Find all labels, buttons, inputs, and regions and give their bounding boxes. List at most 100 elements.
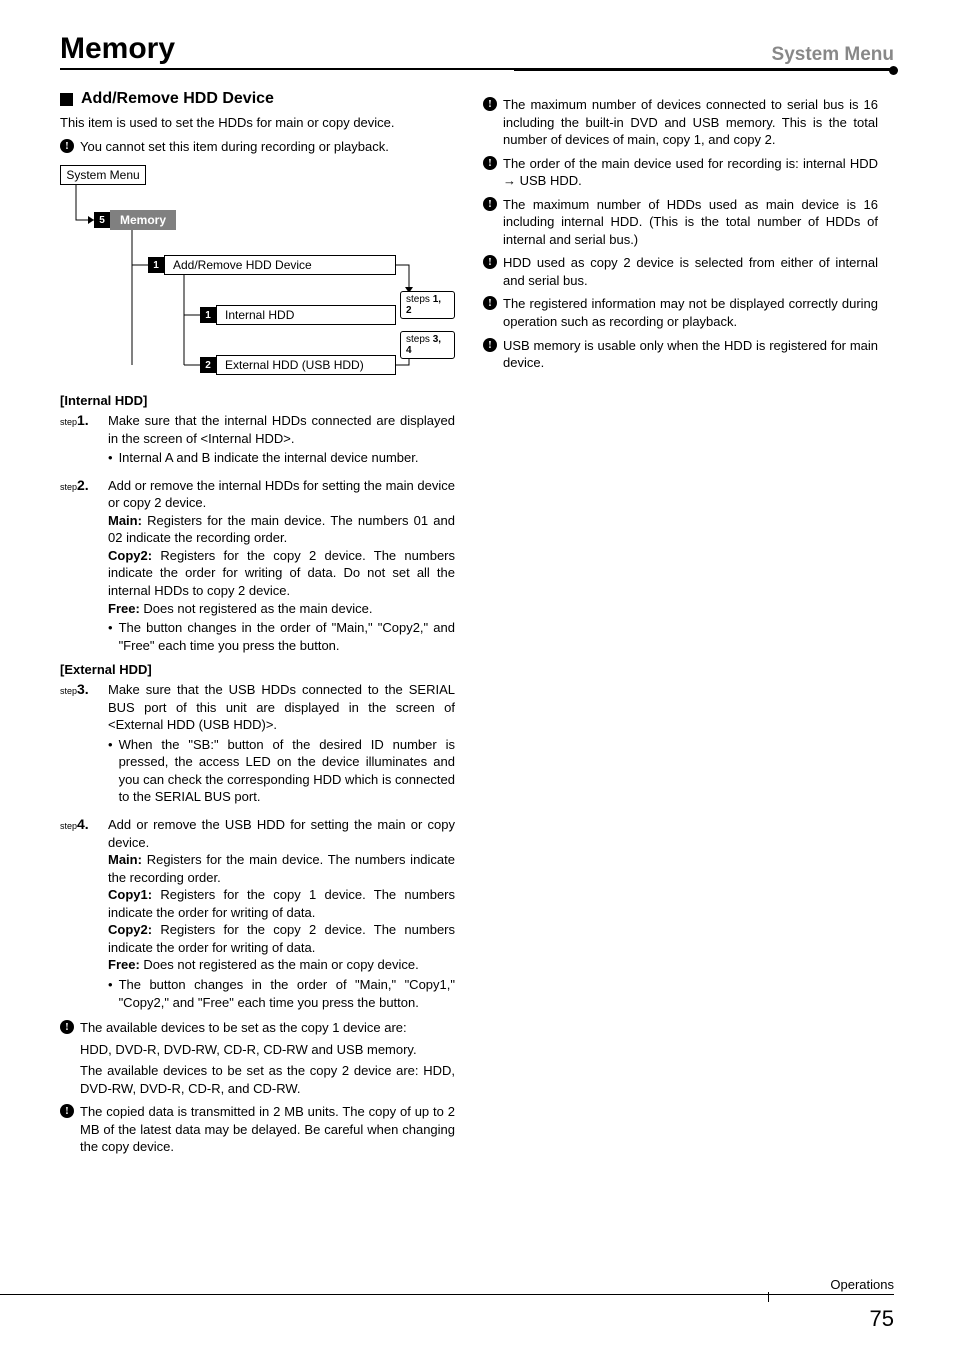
left-column: Add/Remove HDD Device This item is used …	[60, 90, 455, 1162]
bullet-text: The button changes in the order of "Main…	[119, 619, 455, 654]
footer-label: Operations	[820, 1277, 894, 1292]
step-bullet: • The button changes in the order of "Ma…	[108, 619, 455, 654]
notice-line1: The available devices to be set as the c…	[80, 1020, 407, 1035]
diagram-internal-hdd: Internal HDD	[216, 305, 396, 325]
info-icon: !	[483, 197, 497, 211]
header-dot-icon	[889, 66, 898, 75]
step-1: step1. Make sure that the internal HDDs …	[60, 412, 455, 467]
copy2-label: Copy2:	[108, 548, 152, 563]
step-body: Add or remove the USB HDD for setting th…	[108, 816, 455, 1011]
step-bullet: • Internal A and B indicate the internal…	[108, 449, 455, 467]
diagram-system-menu: System Menu	[60, 165, 146, 185]
header-underline	[514, 70, 894, 71]
info-icon: !	[60, 139, 74, 153]
notice-r6: ! USB memory is usable only when the HDD…	[483, 337, 878, 372]
notice-line3: The available devices to be set as the c…	[80, 1063, 455, 1096]
diagram-steps-34: steps 3, 4	[400, 331, 455, 359]
page-header: Memory System Menu	[60, 32, 894, 70]
internal-heading: [Internal HDD]	[60, 393, 455, 408]
diagram-badge-add: 1	[148, 257, 164, 273]
free-label: Free:	[108, 957, 140, 972]
notice-text: The available devices to be set as the c…	[80, 1019, 455, 1097]
step-number: step4.	[60, 816, 100, 1011]
diagram-steps-12: steps 1, 2	[400, 291, 455, 319]
header-right: System Menu	[772, 44, 894, 66]
info-icon: !	[483, 338, 497, 352]
notice-devices: ! The available devices to be set as the…	[60, 1019, 455, 1097]
step-text: Make sure that the USB HDDs connected to…	[108, 682, 455, 732]
menu-diagram: System Menu	[60, 165, 455, 385]
step-bullet: • The button changes in the order of "Ma…	[108, 976, 455, 1011]
notice-no-record: ! You cannot set this item during record…	[60, 138, 455, 156]
free-text: Does not registered as the main device.	[140, 601, 373, 616]
bullet-text: Internal A and B indicate the internal d…	[119, 449, 419, 467]
notice-r1: ! The maximum number of devices connecte…	[483, 96, 878, 149]
info-icon: !	[483, 255, 497, 269]
info-icon: !	[483, 156, 497, 170]
diagram-external-hdd: External HDD (USB HDD)	[216, 355, 396, 375]
step-number: step2.	[60, 477, 100, 654]
diagram-memory: Memory	[110, 210, 176, 230]
main-label: Main:	[108, 513, 142, 528]
copy1-text: Registers for the copy 1 device. The num…	[108, 887, 455, 920]
notice-text: You cannot set this item during recordin…	[80, 138, 455, 156]
footer-tick	[768, 1292, 769, 1302]
diagram-badge-external: 2	[200, 357, 216, 373]
section-heading: Add/Remove HDD Device	[60, 90, 455, 108]
step-number: step1.	[60, 412, 100, 467]
bullet-text: When the "SB:" button of the desired ID …	[119, 736, 455, 806]
info-icon: !	[60, 1020, 74, 1034]
main-label: Main:	[108, 852, 142, 867]
main-text: Registers for the main device. The numbe…	[108, 852, 455, 885]
step-text: Add or remove the internal HDDs for sett…	[108, 478, 455, 511]
notice-r4: ! HDD used as copy 2 device is selected …	[483, 254, 878, 289]
page-title: Memory	[60, 32, 175, 66]
steps-prefix: steps	[406, 294, 430, 305]
notice-text: HDD used as copy 2 device is selected fr…	[503, 254, 878, 289]
info-icon: !	[60, 1104, 74, 1118]
footer-rule	[0, 1294, 894, 1295]
copy1-label: Copy1:	[108, 887, 152, 902]
bullet-icon: •	[108, 736, 113, 806]
info-icon: !	[483, 296, 497, 310]
copy2-text: Registers for the copy 2 device. The num…	[108, 548, 455, 598]
step-3: step3. Make sure that the USB HDDs conne…	[60, 681, 455, 806]
main-text: Registers for the main device. The numbe…	[108, 513, 455, 546]
info-icon: !	[483, 97, 497, 111]
step-4: step4. Add or remove the USB HDD for set…	[60, 816, 455, 1011]
notice-text: USB memory is usable only when the HDD i…	[503, 337, 878, 372]
bullet-icon: •	[108, 619, 113, 654]
square-bullet-icon	[60, 93, 73, 106]
diagram-lines	[60, 165, 455, 385]
step-body: Add or remove the internal HDDs for sett…	[108, 477, 455, 654]
notice-r3: ! The maximum number of HDDs used as mai…	[483, 196, 878, 249]
step-body: Make sure that the internal HDDs connect…	[108, 412, 455, 467]
notice-r2: ! The order of the main device used for …	[483, 155, 878, 190]
notice-r5: ! The registered information may not be …	[483, 295, 878, 330]
section-title: Add/Remove HDD Device	[81, 90, 274, 108]
free-text: Does not registered as the main or copy …	[140, 957, 419, 972]
notice-text: The order of the main device used for re…	[503, 155, 878, 190]
diagram-badge-internal: 1	[200, 307, 216, 323]
free-label: Free:	[108, 601, 140, 616]
notice-text: The maximum number of devices connected …	[503, 96, 878, 149]
step-number: step3.	[60, 681, 100, 806]
notice-2mb: ! The copied data is transmitted in 2 MB…	[60, 1103, 455, 1156]
copy2-label: Copy2:	[108, 922, 152, 937]
diagram-badge-5: 5	[94, 212, 110, 228]
notice-line2: HDD, DVD-R, DVD-RW, CD-R, CD-RW and USB …	[80, 1042, 417, 1057]
bullet-icon: •	[108, 976, 113, 1011]
page-number: 75	[870, 1306, 894, 1332]
notice-text: The registered information may not be di…	[503, 295, 878, 330]
step-2: step2. Add or remove the internal HDDs f…	[60, 477, 455, 654]
bullet-text: The button changes in the order of "Main…	[119, 976, 455, 1011]
copy2-text: Registers for the copy 2 device. The num…	[108, 922, 455, 955]
diagram-add-remove: Add/Remove HDD Device	[164, 255, 396, 275]
step-text: Add or remove the USB HDD for setting th…	[108, 817, 455, 850]
step-text: Make sure that the internal HDDs connect…	[108, 413, 455, 446]
steps-prefix: steps	[406, 334, 430, 345]
bullet-icon: •	[108, 449, 113, 467]
intro-text: This item is used to set the HDDs for ma…	[60, 114, 455, 132]
step-body: Make sure that the USB HDDs connected to…	[108, 681, 455, 806]
notice-text: The copied data is transmitted in 2 MB u…	[80, 1103, 455, 1156]
